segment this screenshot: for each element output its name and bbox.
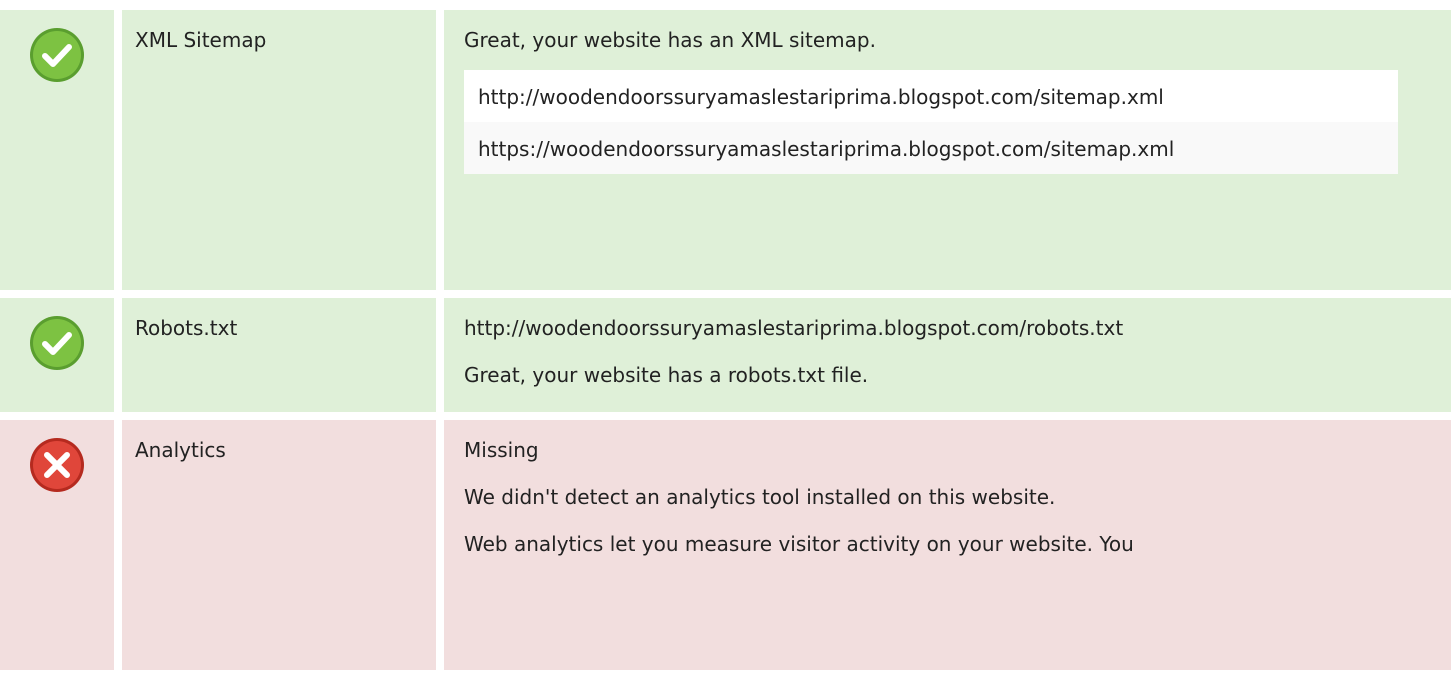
check-description: Great, your website has an XML sitemap. … <box>444 10 1451 290</box>
result-row-analytics: Analytics Missing We didn't detect an an… <box>0 420 1451 670</box>
check-description: Missing We didn't detect an analytics to… <box>444 420 1451 670</box>
robots-url: http://woodendoorssuryamaslestariprima.b… <box>464 316 1124 340</box>
sitemap-url: http://woodendoorssuryamaslestariprima.b… <box>464 70 1398 122</box>
result-text: Great, your website has an XML sitemap. <box>464 28 876 52</box>
result-explanation: Web analytics let you measure visitor ac… <box>464 532 1134 556</box>
x-circle-icon <box>30 438 84 492</box>
check-name: Analytics <box>122 420 436 670</box>
seo-results-table: XML Sitemap Great, your website has an X… <box>0 10 1451 678</box>
check-circle-icon <box>30 28 84 82</box>
result-status: Missing <box>464 438 539 462</box>
check-circle-icon <box>30 316 84 370</box>
sitemap-url: https://woodendoorssuryamaslestariprima.… <box>464 122 1398 174</box>
sitemap-url-list: http://woodendoorssuryamaslestariprima.b… <box>464 70 1398 174</box>
status-cell <box>0 420 114 670</box>
result-text: We didn't detect an analytics tool insta… <box>464 485 1056 509</box>
check-name: XML Sitemap <box>122 10 436 290</box>
result-row-robots-txt: Robots.txt http://woodendoorssuryamasles… <box>0 298 1451 412</box>
check-description: http://woodendoorssuryamaslestariprima.b… <box>444 298 1451 412</box>
result-text: Great, your website has a robots.txt fil… <box>464 363 869 387</box>
check-name: Robots.txt <box>122 298 436 412</box>
status-cell <box>0 298 114 412</box>
status-cell <box>0 10 114 290</box>
result-row-xml-sitemap: XML Sitemap Great, your website has an X… <box>0 10 1451 290</box>
